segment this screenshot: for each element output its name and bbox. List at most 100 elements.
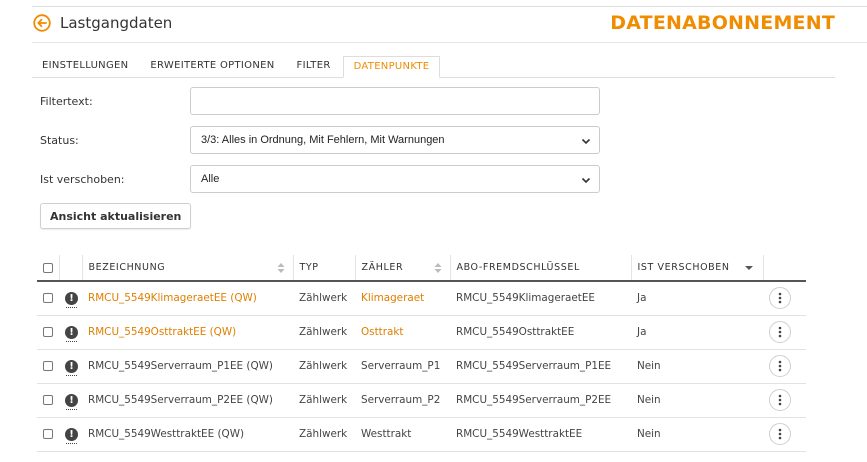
col-header-abo-fremdschluessel[interactable]: ABO-FREMDSCHLÜSSEL (449, 255, 631, 282)
row-status-cell: ! (59, 417, 82, 452)
row-status-cell: ! (59, 315, 82, 350)
filtertext-input[interactable] (190, 87, 600, 115)
status-col-header (58, 255, 82, 282)
row-bezeichnung: RMCU_5549Serverraum_P1EE (QW) (82, 349, 293, 384)
row-select-cell (37, 383, 59, 418)
status-select[interactable]: 3/3: Alles in Ordnung, Mit Fehlern, Mit … (190, 126, 600, 154)
row-checkbox[interactable] (43, 293, 53, 304)
row-select-cell (37, 281, 59, 316)
row-status-cell: ! (59, 349, 82, 384)
col-typ-label: TYP (299, 262, 319, 273)
kebab-menu-icon (778, 292, 782, 304)
status-select-value: 3/3: Alles in Ordnung, Mit Fehlern, Mit … (201, 134, 445, 146)
row-abo-fremdschluessel: RMCU_5549Serverraum_P2EE (450, 383, 631, 418)
row-zaehler: Westtrakt (355, 417, 450, 452)
row-actions-cell (763, 349, 806, 384)
tab-bar: EINSTELLUNGEN ERWEITERTE OPTIONEN FILTER… (32, 56, 441, 78)
table-row[interactable]: ! RMCU_5549Serverraum_P1EE (QW) Zählwerk Se… (37, 349, 806, 384)
header-divider (32, 42, 867, 43)
row-checkbox[interactable] (43, 395, 53, 405)
kebab-menu-icon (778, 394, 782, 406)
col-verschoben-label: IST VERSCHOBEN (637, 262, 730, 273)
row-abo-fremdschluessel: RMCU_5549WesttraktEE (450, 417, 631, 452)
sort-icon (277, 263, 284, 273)
row-ist-verschoben: Nein (631, 417, 763, 452)
table-row[interactable]: ! RMCU_5549OsttraktEE (QW) Zählwerk Osttrak… (37, 315, 806, 350)
verschoben-label: Ist verschoben: (40, 173, 125, 186)
datapoints-table: BEZEICHNUNG TYP ZÄHLER ABO-FREMDSCHLÜSSE… (37, 255, 806, 452)
warning-icon: ! (65, 359, 78, 376)
more-options-button[interactable] (769, 321, 791, 343)
chevron-down-icon (581, 138, 591, 145)
row-typ: Zählwerk (293, 417, 355, 452)
warning-icon: ! (65, 393, 78, 410)
row-select-cell (37, 349, 59, 384)
select-all-checkbox[interactable] (43, 262, 53, 273)
row-checkbox[interactable] (43, 361, 53, 371)
row-status-cell: ! (59, 383, 82, 418)
table-row[interactable]: ! RMCU_5549Serverraum_P2EE (QW) Zählwerk Se… (37, 383, 806, 418)
row-actions-cell (763, 281, 806, 316)
more-options-button[interactable] (769, 389, 791, 411)
table-row[interactable]: ! RMCU_5549WesttraktEE (QW) Zählwerk Westtr… (37, 417, 806, 452)
warning-icon: ! (65, 325, 78, 342)
row-zaehler: Serverraum_P1 (355, 349, 450, 384)
more-options-button[interactable] (769, 287, 791, 310)
status-label: Status: (40, 134, 79, 147)
more-options-button[interactable] (769, 355, 791, 377)
row-typ: Zählwerk (293, 281, 355, 316)
row-abo-fremdschluessel: RMCU_5549Serverraum_P1EE (450, 349, 631, 384)
col-header-typ[interactable]: TYP (292, 255, 355, 282)
sort-icon (434, 263, 441, 273)
verschoben-select[interactable]: Alle (190, 165, 600, 193)
brand-title: DATENABONNEMENT (610, 12, 835, 34)
row-bezeichnung[interactable]: RMCU_5549OsttraktEE (QW) (82, 315, 293, 350)
kebab-menu-icon (778, 428, 782, 440)
warning-icon: ! (65, 291, 78, 308)
row-checkbox[interactable] (43, 429, 53, 439)
select-all-cell (37, 255, 59, 282)
row-select-cell (37, 315, 59, 350)
col-header-ist-verschoben[interactable]: IST VERSCHOBEN (630, 255, 763, 282)
row-bezeichnung: RMCU_5549Serverraum_P2EE (QW) (82, 383, 293, 418)
row-ist-verschoben: Nein (631, 383, 763, 418)
kebab-menu-icon (778, 360, 782, 372)
row-checkbox[interactable] (43, 327, 53, 337)
page-title: Lastgangdaten (60, 14, 173, 32)
row-typ: Zählwerk (293, 349, 355, 384)
col-zaehler-label: ZÄHLER (361, 262, 404, 273)
verschoben-select-value: Alle (201, 173, 220, 185)
tab-einstellungen[interactable]: EINSTELLUNGEN (32, 56, 138, 77)
row-zaehler[interactable]: Osttrakt (355, 315, 450, 350)
refresh-view-button[interactable]: Ansicht aktualisieren (40, 203, 192, 229)
actions-col-header (762, 255, 806, 282)
row-zaehler[interactable]: Klimageraet (355, 281, 450, 316)
col-key-label: ABO-FREMDSCHLÜSSEL (456, 262, 580, 273)
row-zaehler: Serverraum_P2 (355, 383, 450, 418)
col-bezeichnung-label: BEZEICHNUNG (88, 262, 166, 273)
top-divider (32, 6, 867, 7)
tab-datenpunkte[interactable]: DATENPUNKTE (342, 56, 441, 78)
tab-erweiterte-optionen[interactable]: ERWEITERTE OPTIONEN (140, 56, 284, 77)
row-typ: Zählwerk (293, 383, 355, 418)
row-actions-cell (763, 383, 806, 418)
more-options-button[interactable] (769, 423, 791, 445)
table-header-row: BEZEICHNUNG TYP ZÄHLER ABO-FREMDSCHLÜSSE… (37, 255, 806, 282)
row-ist-verschoben: Ja (631, 315, 763, 350)
row-bezeichnung[interactable]: RMCU_5549KlimageraetEE (QW) (82, 281, 293, 316)
row-bezeichnung: RMCU_5549WesttraktEE (QW) (82, 417, 293, 452)
row-actions-cell (763, 315, 806, 350)
caret-down-icon (744, 266, 753, 270)
row-typ: Zählwerk (293, 315, 355, 350)
col-header-zaehler[interactable]: ZÄHLER (354, 255, 450, 282)
filtertext-label: Filtertext: (40, 95, 93, 108)
back-arrow-icon[interactable] (33, 14, 51, 32)
chevron-down-icon (581, 177, 591, 184)
kebab-menu-icon (778, 326, 782, 338)
tab-filter[interactable]: FILTER (287, 56, 341, 77)
table-row[interactable]: ! RMCU_5549KlimageraetEE (QW) Zählwerk Klim… (37, 281, 806, 316)
col-header-bezeichnung[interactable]: BEZEICHNUNG (81, 255, 293, 282)
warning-icon: ! (65, 427, 78, 444)
row-actions-cell (763, 417, 806, 452)
row-status-cell: ! (59, 281, 82, 316)
